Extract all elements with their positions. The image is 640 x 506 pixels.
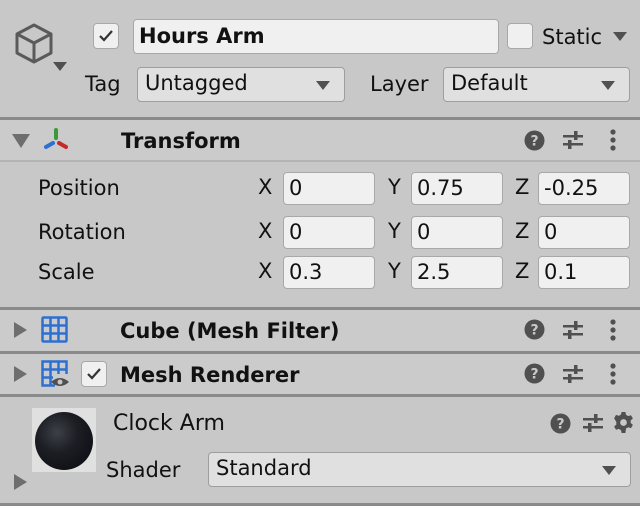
mesh-renderer-enabled-checkbox[interactable] [81,361,107,387]
help-icon[interactable]: ? [524,130,545,155]
chevron-down-icon [601,81,615,90]
layer-label: Layer [370,72,429,96]
rotation-x-input[interactable]: 0 [283,216,375,249]
position-z-input[interactable]: -0.25 [538,172,630,205]
presets-sliders-icon[interactable] [562,129,584,155]
help-icon[interactable]: ? [550,413,571,438]
kebab-menu-icon[interactable] [609,129,617,155]
tag-label: Tag [85,72,121,96]
mesh-grid-icon [41,316,68,347]
svg-text:?: ? [556,417,564,433]
help-icon[interactable]: ? [524,319,545,344]
shader-label: Shader [106,458,181,482]
material-sphere-icon [35,412,93,470]
axis-z-label[interactable]: Z [515,256,529,286]
static-label: Static [542,25,603,49]
axis-x-label[interactable]: X [258,172,272,202]
divider [0,394,640,397]
axis-z-label[interactable]: Z [515,216,529,246]
material-name: Clock Arm [113,411,225,436]
svg-text:?: ? [530,323,538,339]
rotation-z-input[interactable]: 0 [538,216,630,249]
transform-title: Transform [121,129,241,153]
active-checkbox[interactable] [93,23,119,49]
cube-icon[interactable] [14,22,54,68]
rotation-y-input[interactable]: 0 [411,216,503,249]
presets-sliders-icon[interactable] [562,363,584,389]
presets-sliders-icon[interactable] [562,319,584,345]
scale-label[interactable]: Scale [38,260,95,284]
object-name-input[interactable]: Hours Arm [133,19,499,54]
axis-x-label[interactable]: X [258,216,272,246]
mesh-filter-title: Cube (Mesh Filter) [120,319,340,343]
transform-axes-icon [42,126,70,158]
foldout-collapsed-icon[interactable] [14,322,27,338]
mesh-renderer-icon [41,360,71,392]
layer-dropdown[interactable]: Default [443,67,630,102]
tag-dropdown[interactable]: Untagged [137,67,345,102]
presets-sliders-icon[interactable] [582,412,604,438]
axis-x-label[interactable]: X [258,256,272,286]
kebab-menu-icon[interactable] [609,363,617,389]
position-y-input[interactable]: 0.75 [411,172,503,205]
foldout-collapsed-icon[interactable] [14,366,27,382]
icon-picker-caret-icon[interactable] [53,62,67,71]
gear-icon[interactable] [612,411,635,438]
chevron-down-icon [316,81,330,90]
position-label[interactable]: Position [38,176,120,200]
checkmark-icon [99,30,113,42]
shader-dropdown[interactable]: Standard [208,452,631,487]
shader-dropdown-value: Standard [216,456,312,480]
position-x-input[interactable]: 0 [283,172,375,205]
axis-y-label[interactable]: Y [388,172,401,202]
svg-text:?: ? [530,134,538,150]
chevron-down-icon [602,466,616,475]
scale-z-input[interactable]: 0.1 [538,256,630,289]
static-checkbox[interactable] [507,23,533,49]
foldout-expanded-icon[interactable] [12,134,30,148]
scale-y-input[interactable]: 2.5 [411,256,503,289]
help-icon[interactable]: ? [524,363,545,388]
scale-x-input[interactable]: 0.3 [283,256,375,289]
mesh-renderer-title: Mesh Renderer [120,363,300,387]
axis-z-label[interactable]: Z [515,172,529,202]
layer-dropdown-value: Default [451,71,528,95]
divider [0,160,640,162]
checkmark-icon [87,368,101,380]
static-dropdown-caret-icon[interactable] [613,32,627,41]
foldout-collapsed-icon[interactable] [14,474,27,490]
material-preview[interactable] [32,408,96,472]
axis-y-label[interactable]: Y [388,256,401,286]
tag-dropdown-value: Untagged [145,71,248,95]
kebab-menu-icon[interactable] [609,319,617,345]
axis-y-label[interactable]: Y [388,216,401,246]
svg-text:?: ? [530,367,538,383]
rotation-label[interactable]: Rotation [38,220,126,244]
